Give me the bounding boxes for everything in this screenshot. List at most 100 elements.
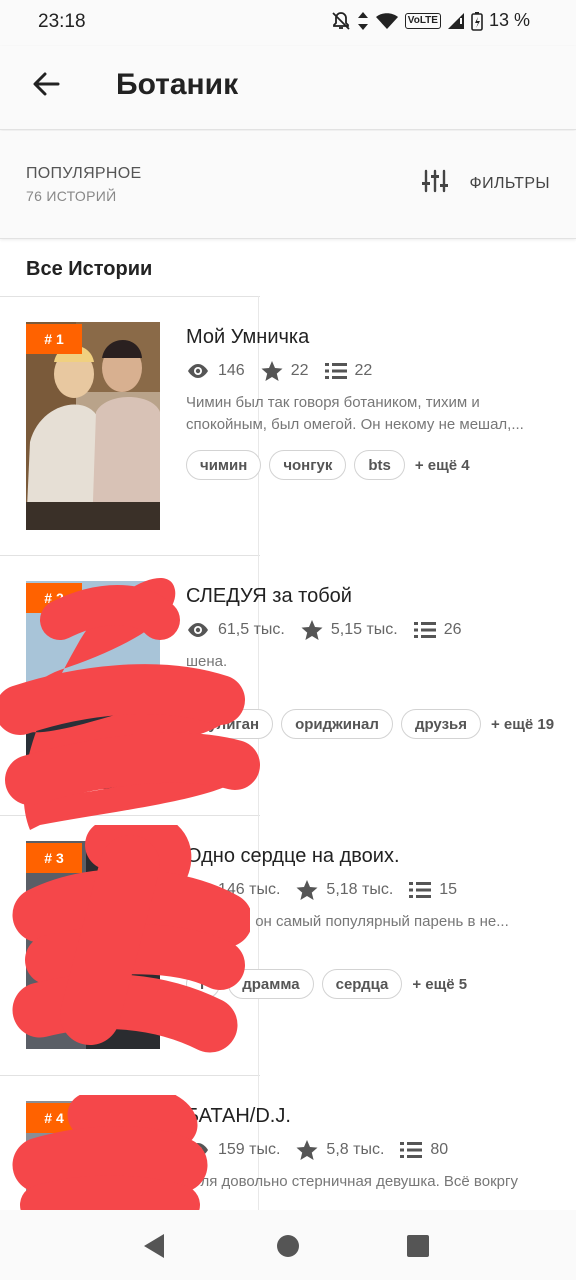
arrow-left-icon [32, 72, 60, 101]
tag[interactable]: ориджинал [281, 709, 393, 739]
views-count: 61,5 тыс. [218, 620, 285, 638]
votes-stat: 22 [261, 360, 309, 381]
square-recents-icon [406, 1234, 430, 1263]
story-stats: 146 тыс. 5,18 тыс. 15 [186, 879, 473, 900]
story-card[interactable]: # 2 СЛЕДУЯ за тобой 61,5 тыс. 5,15 тыс. … [0, 555, 576, 815]
votes-stat: 5,15 тыс. [301, 619, 398, 640]
tag-list: чимин чонгук bts + ещё 4 [186, 450, 470, 480]
votes-stat: 5,18 тыс. [296, 879, 393, 900]
status-bar: 23:18 VoLTE 13 % [0, 0, 576, 46]
list-icon [409, 881, 432, 899]
filter-bar: ПОПУЛЯРНОЕ 76 ИСТОРИЙ ФИЛЬТРЫ [0, 131, 576, 239]
story-description: н бабник, он самый популярный парень в н… [186, 913, 509, 930]
story-title[interactable]: Мой Умничка [186, 326, 309, 349]
parts-count: 26 [443, 620, 462, 638]
nav-home-button[interactable] [268, 1228, 308, 1268]
page-title: Ботаник [116, 68, 239, 101]
votes-count: 22 [290, 361, 309, 379]
list-icon [400, 1141, 423, 1159]
eye-icon [186, 363, 210, 379]
list-icon [324, 362, 347, 380]
tag[interactable]: чонгук [269, 450, 347, 480]
status-time: 23:18 [38, 11, 86, 32]
views-stat: 146 тыс. [186, 881, 280, 899]
views-stat: 146 [186, 362, 245, 380]
story-description: Чимин был так говоря ботаником, тихим и … [186, 394, 524, 433]
eye-icon [186, 622, 210, 638]
triangle-back-icon [142, 1233, 166, 1264]
divider [0, 555, 260, 556]
story-card[interactable]: # 4 БАТАН/D.J. 159 тыс. 5,8 тыс. 80 Юля … [0, 1075, 576, 1210]
wifi-icon [375, 12, 399, 30]
sort-label[interactable]: ПОПУЛЯРНОЕ [26, 165, 141, 183]
volte-badge: VoLTE [404, 12, 441, 29]
votes-count: 5,15 тыс. [330, 620, 398, 638]
votes-count: 5,8 тыс. [326, 1140, 385, 1158]
more-tags[interactable]: + ещё 5 [412, 976, 467, 993]
tag[interactable]: сердца [321, 969, 403, 999]
story-count: 76 ИСТОРИЙ [26, 188, 117, 204]
more-tags[interactable]: + ещё 19 [491, 716, 554, 733]
section-title: Все Истории [26, 258, 153, 280]
story-title[interactable]: СЛЕДУЯ за тобой [186, 585, 352, 608]
votes-count: 5,18 тыс. [326, 880, 394, 898]
rank-badge: # 3 [26, 843, 82, 873]
battery-percent: 13 % [488, 10, 530, 30]
tag[interactable]: драмма [228, 969, 314, 999]
notifications-off-icon [331, 11, 351, 31]
signal-icon [447, 12, 465, 30]
app-bar: Ботаник [0, 46, 576, 130]
list-icon [413, 621, 436, 639]
status-icons: VoLTE 13 % [331, 10, 530, 31]
parts-stat: 22 [324, 361, 373, 380]
data-arrows-icon [357, 11, 369, 31]
votes-stat: 5,8 тыс. [296, 1139, 384, 1160]
views-stat: 61,5 тыс. [186, 621, 285, 639]
story-card[interactable]: # 3 Одно сердце на двоих. 146 тыс. 5,18 … [0, 815, 576, 1075]
story-stats: 61,5 тыс. 5,15 тыс. 26 [186, 619, 478, 640]
views-stat: 159 тыс. [186, 1141, 280, 1159]
sliders-icon [421, 169, 448, 198]
story-title[interactable]: Одно сердце на двоих. [186, 845, 400, 868]
story-title[interactable]: БАТАН/D.J. [186, 1105, 291, 1128]
views-count: 146 тыс. [218, 880, 281, 898]
story-stats: 159 тыс. 5,8 тыс. 80 [186, 1139, 464, 1160]
tag[interactable]: г [186, 969, 221, 999]
battery-icon [471, 11, 483, 31]
parts-count: 15 [439, 880, 458, 898]
tag-list: г драмма сердца + ещё 5 [186, 969, 467, 999]
tag[interactable]: хулиган [186, 709, 274, 739]
rank-badge: # 4 [26, 1103, 82, 1133]
rank-badge: # 1 [26, 324, 82, 354]
tag[interactable]: bts [354, 450, 405, 480]
story-card[interactable]: # 1 Мой Умничка 146 22 22 Чимин был так … [0, 296, 576, 556]
star-icon [296, 1139, 318, 1160]
story-stats: 146 22 22 [186, 360, 388, 381]
nav-back-button[interactable] [134, 1228, 174, 1268]
circle-home-icon [276, 1234, 300, 1263]
divider [0, 815, 260, 816]
rank-badge: # 2 [26, 583, 82, 613]
nav-recents-button[interactable] [398, 1228, 438, 1268]
story-description: шена. [186, 653, 228, 670]
back-button[interactable] [26, 66, 66, 106]
tag-list: хулиган ориджинал друзья + ещё 19 [186, 709, 554, 739]
tag[interactable]: чимин [186, 450, 262, 480]
system-nav-bar [0, 1210, 576, 1280]
more-tags[interactable]: + ещё 4 [415, 457, 470, 474]
story-description: Юля довольно стерничная девушка. Всё вок… [186, 1173, 518, 1190]
parts-stat: 26 [413, 620, 462, 639]
divider [0, 296, 260, 297]
parts-stat: 80 [400, 1141, 448, 1159]
views-count: 159 тыс. [218, 1140, 281, 1158]
views-count: 146 [218, 361, 245, 379]
tag[interactable]: друзья [400, 709, 481, 739]
filters-button[interactable]: ФИЛЬТРЫ [421, 169, 550, 198]
parts-stat: 15 [409, 881, 457, 899]
filters-label: ФИЛЬТРЫ [469, 174, 550, 192]
parts-count: 22 [354, 361, 373, 379]
parts-count: 80 [430, 1140, 449, 1158]
star-icon [261, 360, 283, 381]
divider [0, 1075, 260, 1076]
star-icon [296, 879, 318, 900]
